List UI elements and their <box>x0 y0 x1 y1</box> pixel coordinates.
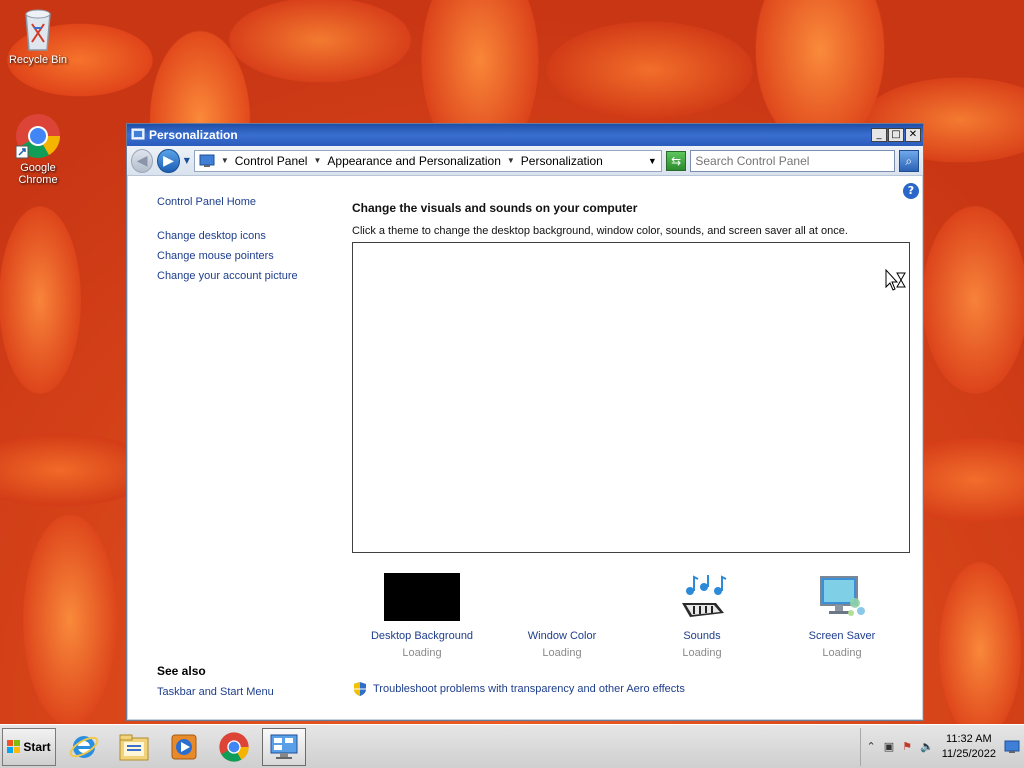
search-input[interactable] <box>690 149 895 172</box>
volume-icon[interactable]: 🔈 <box>920 740 934 753</box>
chrome-icon <box>15 114 60 159</box>
desktop-background-preview <box>384 573 460 621</box>
screen-saver-icon <box>820 576 865 616</box>
clock-date: 11/25/2022 <box>941 747 996 760</box>
breadcrumb-control-panel[interactable]: Control Panel <box>235 154 308 168</box>
taskbar-media-player[interactable] <box>162 728 206 766</box>
personalization-window: Personalization _ □ ✕ ◀ ▶ ▼ ▼ Control Pa… <box>126 123 924 721</box>
taskbar-internet-explorer[interactable] <box>62 728 106 766</box>
theme-list[interactable] <box>352 242 910 553</box>
chrome-desktop-icon[interactable]: Google Chrome <box>0 112 76 186</box>
change-account-picture-link[interactable]: Change your account picture <box>157 270 337 282</box>
breadcrumb-separator-icon[interactable]: ▼ <box>221 156 229 165</box>
internet-explorer-icon <box>69 735 99 758</box>
windows-logo-icon <box>7 739 21 753</box>
busy-cursor-icon <box>885 269 906 291</box>
window-titlebar[interactable]: Personalization _ □ ✕ <box>127 124 923 146</box>
sounds-tile[interactable]: Sounds Loading <box>632 572 772 659</box>
desktop-background-tile[interactable]: Desktop Background Loading <box>352 572 492 659</box>
change-desktop-icons-link[interactable]: Change desktop icons <box>157 230 337 242</box>
control-panel-icon <box>199 154 215 167</box>
taskbar-control-panel[interactable] <box>262 727 306 766</box>
recycle-bin-label: Recycle Bin <box>8 54 68 66</box>
maximize-button[interactable]: □ <box>888 128 904 142</box>
recycle-bin-icon <box>25 9 51 51</box>
taskbar-windows-explorer[interactable] <box>112 728 156 766</box>
sounds-status: Loading <box>682 647 722 659</box>
control-panel-home-link[interactable]: Control Panel Home <box>157 196 337 208</box>
breadcrumb[interactable]: ▼ Control Panel ▼ Appearance and Persona… <box>193 149 662 172</box>
address-bar: ◀ ▶ ▼ ▼ Control Panel ▼ Appearance and P… <box>127 146 923 176</box>
address-dropdown-icon[interactable]: ▼ <box>648 156 657 166</box>
see-also-section: See also Taskbar and Start Menu <box>157 664 274 698</box>
control-panel-icon <box>270 734 298 759</box>
breadcrumb-separator-icon[interactable]: ▼ <box>313 156 321 165</box>
page-subheading: Click a theme to change the desktop back… <box>352 225 848 237</box>
clock[interactable]: 11:32 AM 11/25/2022 <box>942 732 996 762</box>
refresh-button[interactable]: ⇆ <box>665 150 687 171</box>
sounds-label: Sounds <box>683 630 721 642</box>
close-button[interactable]: ✕ <box>905 128 921 142</box>
desktop-background-status: Loading <box>402 647 442 659</box>
screen-saver-tile[interactable]: Screen Saver Loading <box>772 572 912 659</box>
aero-troubleshoot-link[interactable]: Troubleshoot problems with transparency … <box>352 681 685 697</box>
screen-saver-status: Loading <box>822 647 862 659</box>
network-icon[interactable]: ▣ <box>884 740 894 753</box>
show-hidden-icons-icon[interactable]: ⌃ <box>867 740 876 753</box>
window-color-tile[interactable]: Window Color Loading <box>492 572 632 659</box>
change-mouse-pointers-link[interactable]: Change mouse pointers <box>157 250 337 262</box>
action-center-flag-icon[interactable]: ⚑ <box>902 740 912 753</box>
taskbar: Start ⌃ ▣ ⚑ 🔈 11:32 AM 11/25/2022 <box>0 724 1024 768</box>
start-label: Start <box>23 739 51 754</box>
left-nav: Control Panel Home Change desktop icons … <box>157 196 337 290</box>
recycle-bin-desktop-icon[interactable]: Recycle Bin <box>0 4 76 66</box>
desktop-background-label: Desktop Background <box>370 630 474 642</box>
recent-pages-dropdown-icon[interactable]: ▼ <box>184 156 190 165</box>
breadcrumb-separator-icon[interactable]: ▼ <box>507 156 515 165</box>
windows-explorer-icon <box>119 734 149 760</box>
minimize-button[interactable]: _ <box>871 128 887 142</box>
search-icon[interactable]: ⌕ <box>898 149 920 172</box>
help-icon[interactable]: ? <box>903 183 919 199</box>
forward-button[interactable]: ▶ <box>157 148 180 173</box>
breadcrumb-appearance[interactable]: Appearance and Personalization <box>327 154 500 168</box>
settings-tiles: Desktop Background Loading Window Color … <box>352 572 912 659</box>
system-tray: ⌃ ▣ ⚑ 🔈 11:32 AM 11/25/2022 <box>859 727 1024 766</box>
media-player-icon <box>171 734 197 759</box>
screen-saver-label: Screen Saver <box>808 630 876 642</box>
window-color-label: Window Color <box>527 630 597 642</box>
window-content: ? Control Panel Home Change desktop icon… <box>127 177 923 720</box>
chrome-label: Google Chrome <box>18 162 58 186</box>
see-also-heading: See also <box>157 664 206 678</box>
page-heading: Change the visuals and sounds on your co… <box>352 201 638 215</box>
sounds-icon <box>682 575 727 617</box>
shield-icon <box>354 682 366 696</box>
main-panel: Change the visuals and sounds on your co… <box>352 201 912 696</box>
taskbar-start-menu-link[interactable]: Taskbar and Start Menu <box>157 686 274 698</box>
back-button[interactable]: ◀ <box>131 148 154 173</box>
clock-time: 11:32 AM <box>946 732 992 745</box>
control-panel-icon <box>131 128 145 140</box>
start-button[interactable]: Start <box>2 727 56 766</box>
breadcrumb-personalization[interactable]: Personalization <box>521 154 603 168</box>
aero-troubleshoot-label: Troubleshoot problems with transparency … <box>373 683 685 695</box>
show-desktop-icon[interactable] <box>1004 740 1020 754</box>
chrome-icon <box>219 731 249 762</box>
window-color-status: Loading <box>542 647 582 659</box>
taskbar-chrome[interactable] <box>212 728 256 766</box>
window-title: Personalization <box>149 128 238 142</box>
